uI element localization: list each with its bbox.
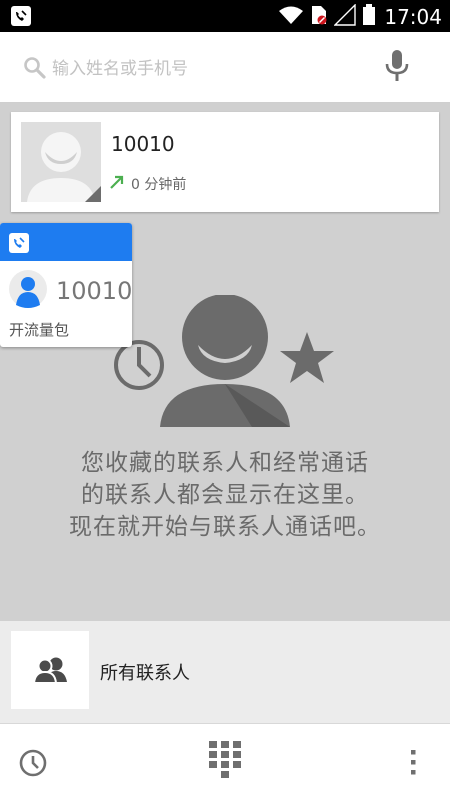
call-time-ago: 0 分钟前 — [131, 177, 187, 193]
bottom-toolbar — [0, 723, 450, 801]
clock-icon — [114, 340, 164, 390]
popup-header — [0, 223, 132, 261]
dialpad-icon[interactable] — [208, 740, 242, 786]
person-icon — [160, 294, 290, 427]
outgoing-arrow-icon — [109, 174, 125, 194]
battery-icon — [362, 4, 376, 30]
empty-state-message: 您收藏的联系人和经常通话 的联系人都会显示在这里。 现在就开始与联系人通话吧。 — [20, 447, 430, 543]
all-contacts-row[interactable]: 所有联系人 — [0, 621, 450, 723]
status-time: 17:04 — [384, 5, 442, 29]
empty-state-illustration — [112, 294, 342, 439]
contacts-icon — [32, 656, 69, 688]
star-icon — [280, 332, 334, 383]
quick-dial-popup[interactable]: 10010 开流量包 — [0, 223, 132, 347]
avatar — [8, 269, 48, 313]
dialer-notification-icon — [10, 5, 32, 31]
empty-state-line: 的联系人都会显示在这里。 — [81, 482, 369, 508]
all-contacts-tile — [11, 631, 89, 709]
search-bar — [0, 32, 450, 103]
empty-state-line: 现在就开始与联系人通话吧。 — [69, 514, 381, 540]
sim-icon — [310, 4, 328, 30]
popup-number: 10010 — [56, 277, 132, 305]
recent-call-card[interactable]: 10010 0 分钟前 — [11, 112, 439, 212]
search-icon — [23, 56, 47, 84]
dialer-app-icon — [8, 232, 30, 258]
overflow-menu-icon[interactable] — [408, 748, 418, 782]
status-bar: 17:04 — [0, 0, 450, 32]
popup-label: 开流量包 — [9, 321, 70, 339]
recent-contact-name: 10010 — [111, 132, 175, 156]
contact-avatar — [21, 122, 101, 202]
recent-calls-icon[interactable] — [18, 748, 48, 782]
signal-icon — [333, 3, 357, 30]
all-contacts-label: 所有联系人 — [100, 663, 190, 684]
mic-icon[interactable] — [384, 49, 410, 87]
wifi-icon — [278, 5, 304, 29]
search-input[interactable] — [50, 54, 354, 84]
empty-state-line: 您收藏的联系人和经常通话 — [81, 450, 369, 476]
